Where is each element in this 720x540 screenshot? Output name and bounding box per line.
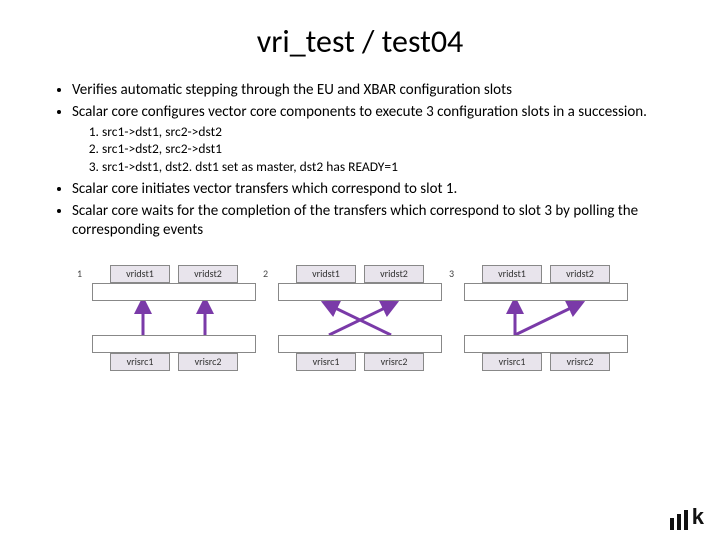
dst-box: vridst1 xyxy=(482,265,542,283)
src-box: vrisrc1 xyxy=(110,353,170,371)
slot-label: 3 xyxy=(449,267,454,280)
bus-box xyxy=(464,283,628,301)
bus-box xyxy=(92,335,256,353)
arrows-parallel xyxy=(93,301,255,335)
bus-box xyxy=(92,283,256,301)
logo-text: k xyxy=(692,504,702,530)
dst-box: vridst1 xyxy=(296,265,356,283)
bus-box xyxy=(464,335,628,353)
bullet-list: Verifies automatic stepping through the … xyxy=(50,81,670,239)
slot-label: 2 xyxy=(263,267,268,280)
bus-box xyxy=(278,335,442,353)
config-slot-2: 2 vridst1 vridst2 vrisrc1 vrisrc2 xyxy=(275,265,445,371)
sub-item: src1->dst1, src2->dst2 xyxy=(102,124,670,141)
dst-box: vridst1 xyxy=(110,265,170,283)
logo: k xyxy=(670,504,702,530)
bus-box xyxy=(278,283,442,301)
sub-item: src1->dst2, src2->dst1 xyxy=(102,141,670,158)
sub-list: src1->dst1, src2->dst2 src1->dst2, src2-… xyxy=(82,124,670,177)
config-slot-1: 1 vridst1 vridst2 vrisrc1 vrisrc2 xyxy=(89,265,259,371)
arrows-fanout xyxy=(465,301,627,335)
dst-box: vridst2 xyxy=(364,265,424,283)
src-box: vrisrc2 xyxy=(364,353,424,371)
src-box: vrisrc1 xyxy=(296,353,356,371)
bullet-item: Verifies automatic stepping through the … xyxy=(72,81,670,100)
sub-item: src1->dst1, dst2. dst1 set as master, ds… xyxy=(102,159,670,176)
slot-label: 1 xyxy=(77,267,82,280)
logo-bars-icon xyxy=(670,510,688,530)
src-box: vrisrc1 xyxy=(482,353,542,371)
bullet-item: Scalar core initiates vector transfers w… xyxy=(72,180,670,199)
dst-box: vridst2 xyxy=(178,265,238,283)
arrows-cross xyxy=(279,301,441,335)
src-box: vrisrc2 xyxy=(550,353,610,371)
config-slot-3: 3 vridst1 vridst2 vrisrc1 vrisrc2 xyxy=(461,265,631,371)
bullet-item: Scalar core configures vector core compo… xyxy=(72,103,670,176)
dst-box: vridst2 xyxy=(550,265,610,283)
src-box: vrisrc2 xyxy=(178,353,238,371)
bullet-item: Scalar core waits for the completion of … xyxy=(72,202,670,240)
slide-title: vri_test / test04 xyxy=(50,22,670,61)
diagram-area: 1 vridst1 vridst2 vrisrc1 vrisrc2 2 xyxy=(50,265,670,371)
